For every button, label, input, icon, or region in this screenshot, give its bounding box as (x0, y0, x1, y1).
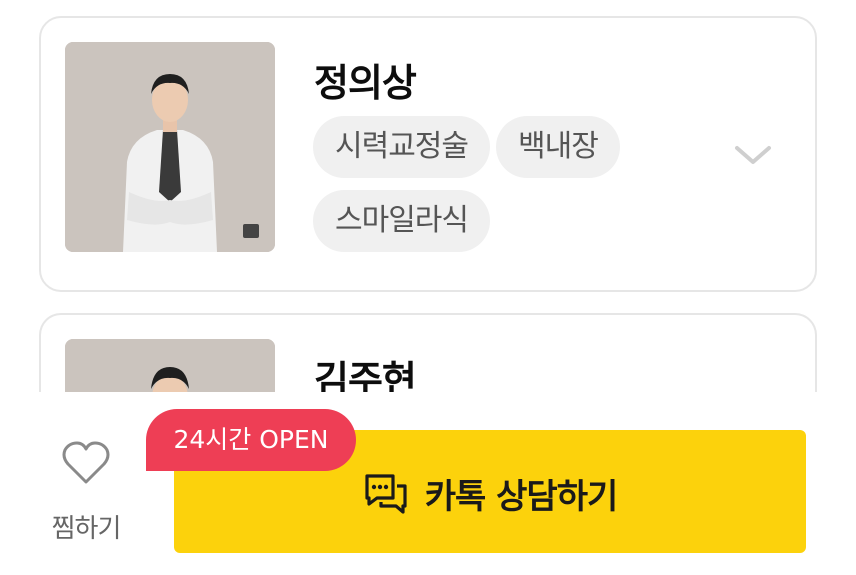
chevron-down-icon[interactable] (733, 140, 773, 170)
doctor-card[interactable]: 정의상 시력교정술 백내장스마일라식 (39, 16, 817, 292)
doctor-name: 정의상 (314, 61, 417, 105)
heart-icon (62, 441, 110, 484)
doctor-portrait-image (65, 42, 275, 252)
specialty-tags: 시력교정술 백내장스마일라식 (313, 116, 693, 264)
open-24h-badge: 24시간 OPEN (146, 409, 356, 471)
wishlist-button[interactable]: 찜하기 (40, 440, 132, 545)
kakao-consult-label: 카톡 상담하기 (424, 477, 619, 517)
specialty-tag: 스마일라식 (313, 190, 490, 252)
specialty-tag: 시력교정술 (313, 116, 490, 178)
specialty-tag: 백내장 (496, 116, 620, 178)
doctor-photo (65, 42, 275, 252)
chat-bubble-icon (365, 473, 407, 514)
kakao-consult-content: 카톡 상담하기 (363, 469, 618, 518)
wishlist-label: 찜하기 (51, 514, 122, 544)
